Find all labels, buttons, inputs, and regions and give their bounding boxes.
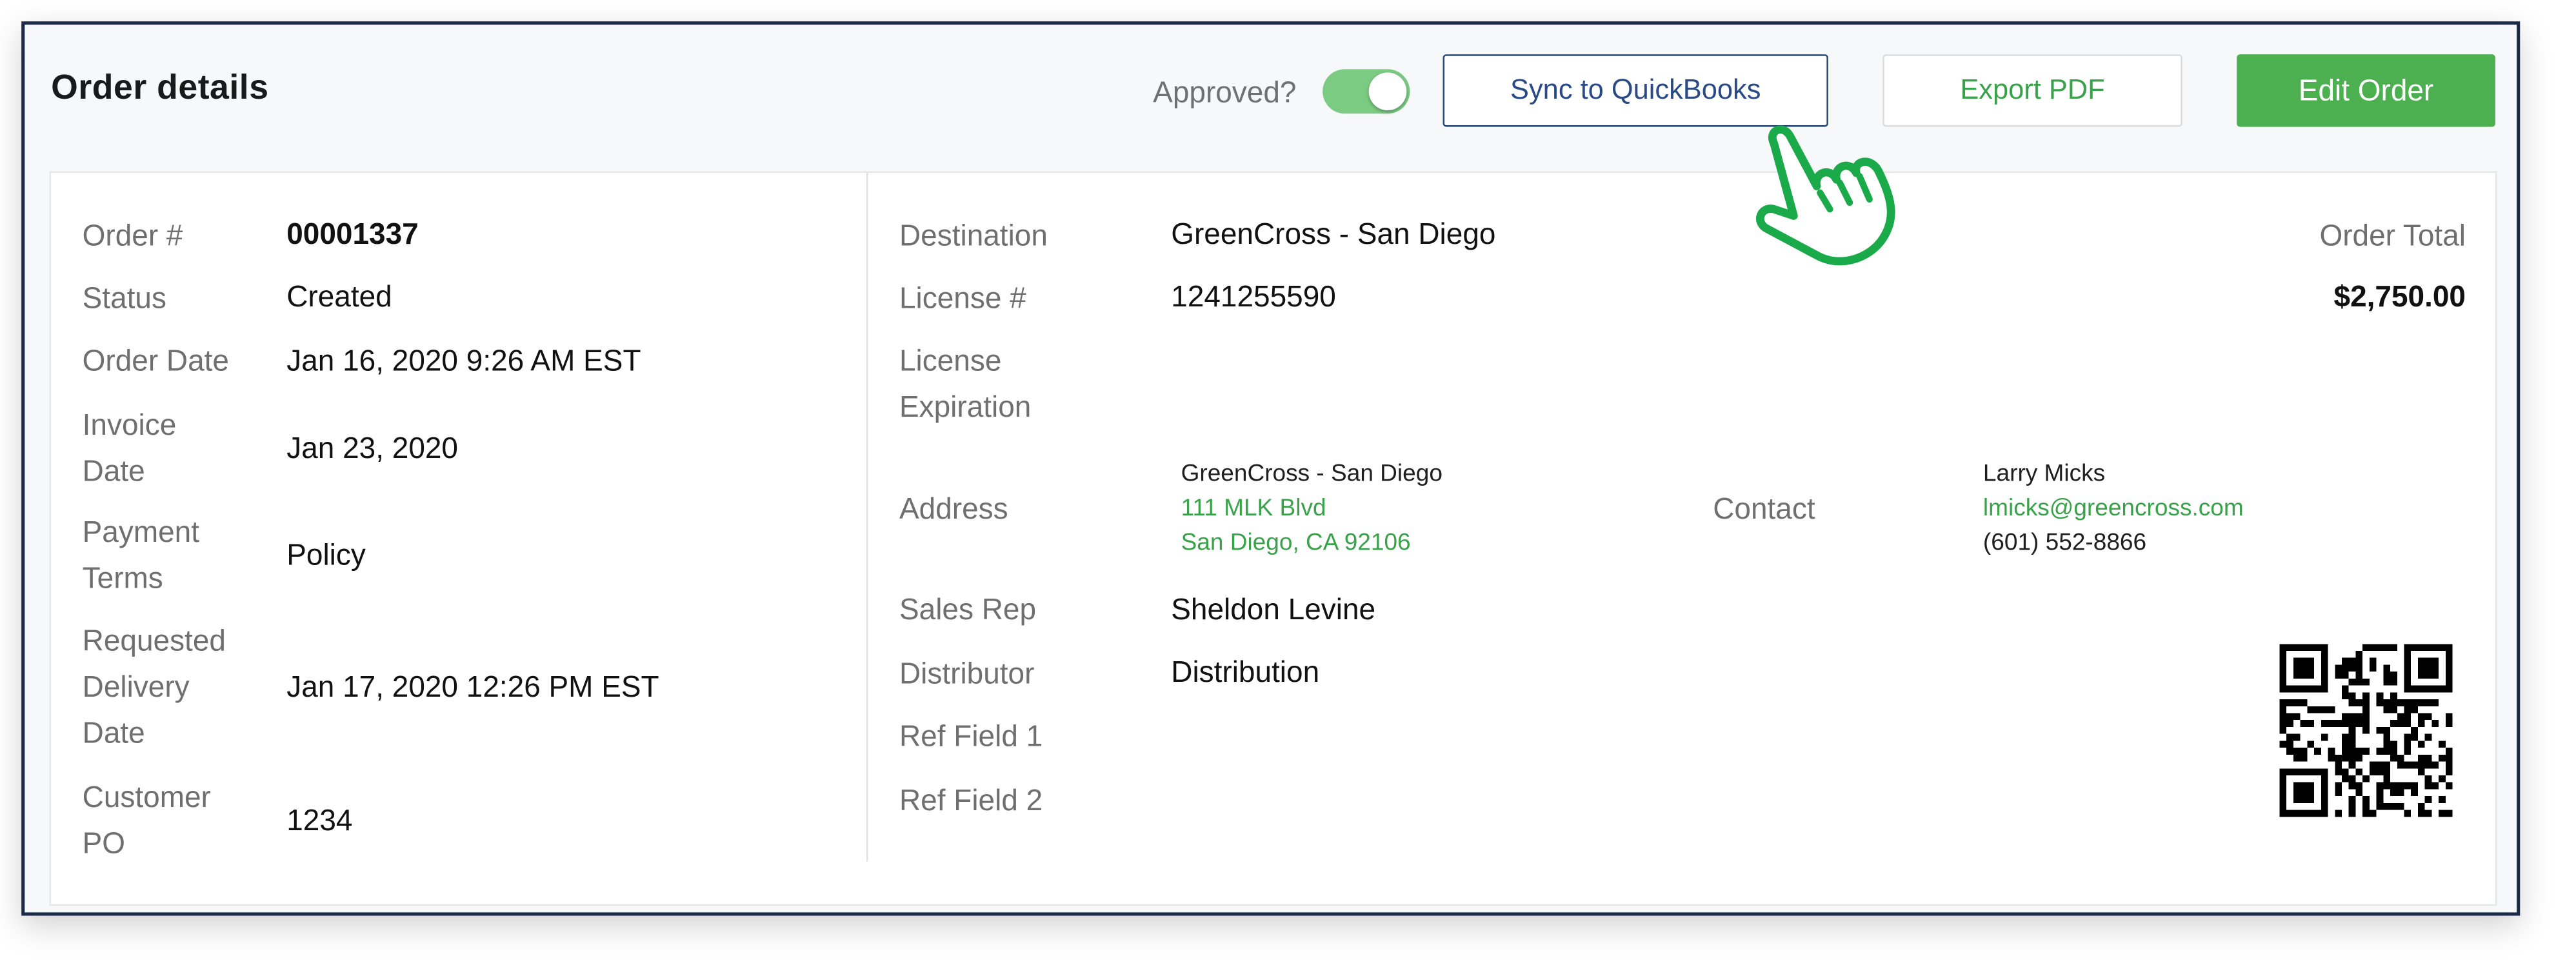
edit-order-button[interactable]: Edit Order [2237, 54, 2495, 127]
column-divider [866, 173, 868, 862]
status-value: Created [286, 280, 392, 314]
order-date-value: Jan 16, 2020 9:26 AM EST [286, 344, 641, 377]
address-line2-link[interactable]: San Diego, CA 92106 [1181, 527, 1411, 562]
sales-rep-value: Sheldon Levine [1171, 593, 1376, 626]
sales-rep-label: Sales Rep [899, 593, 1037, 626]
payment-terms-label-line1: Payment [82, 515, 200, 549]
customer-po-label-line2: PO [82, 826, 126, 860]
invoice-date-label-line1: Invoice [82, 408, 177, 442]
qr-code-icon [2279, 644, 2453, 817]
distributor-label: Distributor [899, 657, 1035, 690]
requested-delivery-label-line1: Requested [82, 624, 226, 657]
destination-value: GreenCross - San Diego [1171, 217, 1496, 251]
order-number-value: 00001337 [286, 217, 419, 251]
contact-phone: (601) 552-8866 [1982, 530, 2147, 557]
order-details-card: Order details Approved? Sync to QuickBoo… [21, 21, 2521, 916]
sync-quickbooks-button[interactable]: Sync to QuickBooks [1443, 54, 1828, 127]
license-number-value: 1241255590 [1171, 280, 1336, 314]
order-date-label: Order Date [82, 344, 230, 377]
contact-label: Contact [1713, 492, 1815, 526]
order-total-value: $2,750.00 [2333, 280, 2466, 314]
export-pdf-button[interactable]: Export PDF [1882, 54, 2182, 127]
requested-delivery-value: Jan 17, 2020 12:26 PM EST [286, 670, 659, 704]
hand-pointer-icon [1756, 125, 1895, 266]
requested-delivery-label-line2: Delivery [82, 670, 190, 704]
ref-field-2-label: Ref Field 2 [899, 784, 1043, 817]
approved-label: Approved? [1153, 75, 1297, 109]
status-label: Status [82, 281, 166, 315]
destination-label: Destination [899, 219, 1048, 252]
order-total-label: Order Total [2319, 219, 2466, 252]
address-line1-link[interactable]: 111 MLK Blvd [1181, 492, 1326, 527]
requested-delivery-label-line3: Date [82, 716, 145, 750]
order-number-label: Order # [82, 219, 183, 252]
invoice-date-label-line2: Date [82, 454, 145, 488]
order-info-panel: Order # 00001337 Status Created Order Da… [49, 171, 2497, 906]
address-label: Address [899, 492, 1008, 526]
license-expiration-label-line1: License [899, 344, 1002, 377]
address-name: GreenCross - San Diego [1181, 461, 1443, 488]
distributor-value: Distribution [1171, 655, 1320, 689]
contact-name: Larry Micks [1982, 461, 2106, 488]
customer-po-label-line1: Customer [82, 781, 211, 814]
approved-toggle[interactable] [1323, 69, 1410, 114]
contact-email-link[interactable]: lmicks@greencross.com [1983, 492, 2244, 527]
license-number-label: License # [899, 281, 1026, 315]
license-expiration-label-line2: Expiration [899, 390, 1032, 424]
toggle-knob [1368, 72, 1407, 111]
page-title: Order details [51, 69, 269, 107]
customer-po-value: 1234 [286, 803, 353, 837]
stage: Order details Approved? Sync to QuickBoo… [0, 0, 2576, 975]
invoice-date-value: Jan 23, 2020 [286, 431, 459, 464]
payment-terms-label-line2: Terms [82, 561, 163, 595]
ref-field-1-label: Ref Field 1 [899, 719, 1043, 753]
payment-terms-value: Policy [286, 538, 366, 572]
